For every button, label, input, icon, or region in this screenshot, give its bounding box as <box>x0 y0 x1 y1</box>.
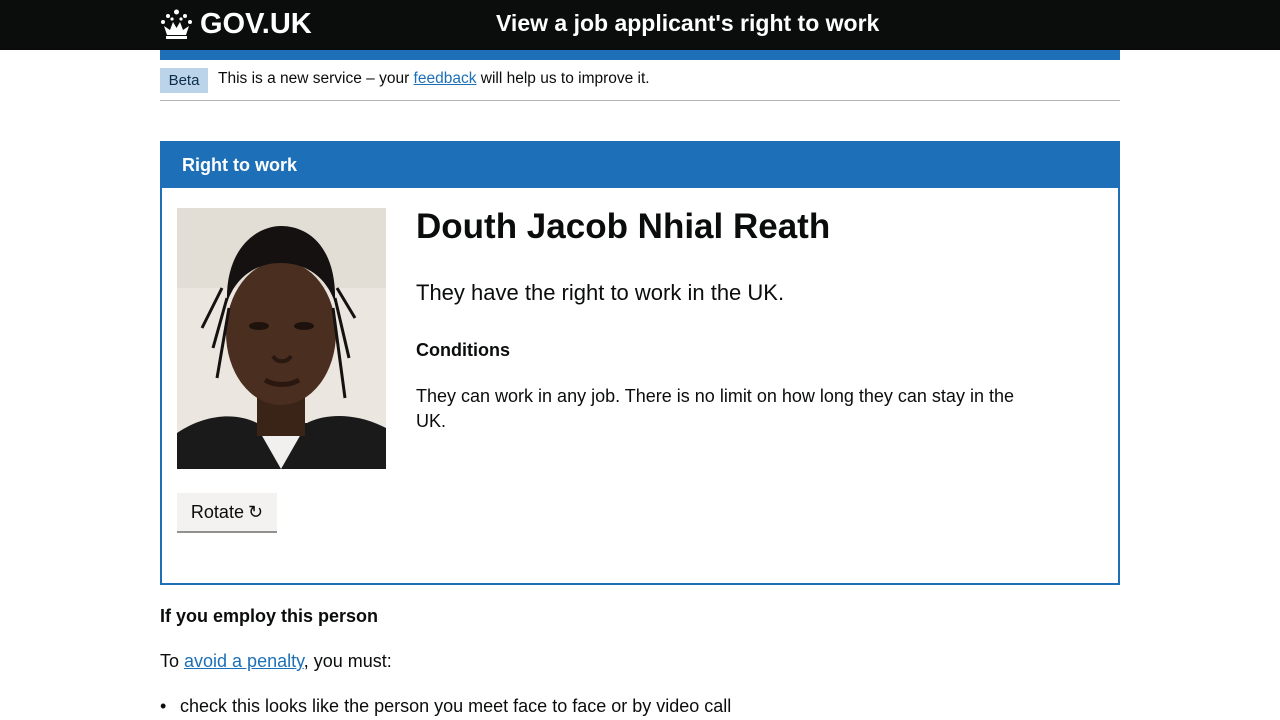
phase-banner-text: This is a new service – your feedback wi… <box>218 70 650 88</box>
penalty-paragraph: To avoid a penalty, you must: <box>160 651 392 672</box>
govuk-header: GOV.UK View a job applicant's right to w… <box>0 0 1280 50</box>
rotate-button[interactable]: Rotate ↻ <box>177 493 277 533</box>
feedback-link[interactable]: feedback <box>414 70 477 87</box>
applicant-name: Douth Jacob Nhial Reath <box>416 207 831 246</box>
right-to-work-panel: Right to work Rotate ↻ Douth Jacob Nhial… <box>160 141 1120 585</box>
phase-text-after: will help us to improve it. <box>476 70 650 87</box>
govuk-logo-link[interactable]: GOV.UK <box>160 6 312 42</box>
panel-title: Right to work <box>182 155 297 175</box>
header-blue-bar <box>160 50 1120 60</box>
list-item: check this looks like the person you mee… <box>160 696 731 717</box>
panel-header: Right to work <box>162 143 1118 188</box>
conditions-text: They can work in any job. There is no li… <box>416 386 1014 431</box>
employer-checks-list: check this looks like the person you mee… <box>160 696 731 717</box>
rotate-button-label: Rotate <box>190 501 244 522</box>
service-name[interactable]: View a job applicant's right to work <box>496 10 879 37</box>
phase-banner: Beta This is a new service – your feedba… <box>160 60 1120 101</box>
rotate-clockwise-icon: ↻ <box>247 501 264 522</box>
penalty-text-after: , you must: <box>303 651 392 671</box>
right-to-work-status: They have the right to work in the UK. <box>416 280 785 305</box>
phase-text-before: This is a new service – your <box>218 70 414 87</box>
penalty-text-before: To <box>160 651 185 671</box>
applicant-photo <box>177 208 386 469</box>
avoid-penalty-link[interactable]: avoid a penalty <box>184 651 304 671</box>
employ-heading: If you employ this person <box>160 606 379 626</box>
conditions-heading: Conditions <box>416 340 510 360</box>
crown-icon <box>161 9 192 39</box>
applicant-photo-image <box>177 208 386 469</box>
beta-tag: Beta <box>160 68 208 93</box>
logo-text: GOV.UK <box>200 7 312 40</box>
